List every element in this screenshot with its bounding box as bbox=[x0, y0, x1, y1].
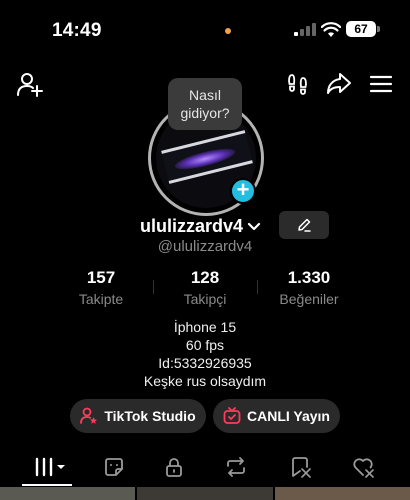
stat-value: 157 bbox=[86, 268, 116, 287]
cellular-signal-icon bbox=[294, 23, 316, 36]
stat-following[interactable]: 157 Takipte bbox=[46, 268, 156, 307]
stat-value: 1.330 bbox=[287, 268, 331, 287]
lock-icon bbox=[166, 458, 182, 477]
tab-liked[interactable] bbox=[350, 454, 378, 480]
share-profile-button[interactable] bbox=[325, 70, 353, 98]
profile-bio: İphone 15 60 fps Id:5332926935 Keşke rus… bbox=[0, 318, 410, 390]
profile-visitors-button[interactable] bbox=[284, 70, 312, 98]
add-user-icon bbox=[17, 73, 43, 97]
video-thumbnail[interactable] bbox=[0, 487, 136, 500]
bio-line: 60 fps bbox=[185, 337, 225, 353]
chevron-down-icon bbox=[247, 222, 261, 231]
tab-stories[interactable] bbox=[100, 454, 128, 480]
go-live-label: CANLI Yayın bbox=[247, 408, 330, 424]
bio-line: İphone 15 bbox=[173, 319, 237, 335]
add-friend-button[interactable] bbox=[16, 70, 44, 98]
status-bar: 14:49 67 bbox=[0, 0, 410, 60]
live-tv-icon bbox=[223, 407, 241, 424]
edit-profile-button[interactable] bbox=[279, 211, 329, 239]
share-arrow-icon bbox=[327, 73, 351, 94]
tiktok-studio-label: TikTok Studio bbox=[104, 408, 196, 424]
heart-hidden-icon bbox=[353, 458, 374, 478]
tooltip-line-2: gidiyor? bbox=[180, 105, 230, 121]
tab-reposts[interactable] bbox=[222, 454, 250, 480]
video-thumbnail[interactable] bbox=[274, 487, 410, 500]
add-story-button[interactable]: + bbox=[230, 178, 256, 204]
stat-likes[interactable]: 1.330 Beğeniler bbox=[254, 268, 364, 307]
sticker-icon bbox=[105, 458, 123, 476]
user-handle: @ululizzardv4 bbox=[157, 238, 253, 255]
stat-value: 128 bbox=[190, 268, 220, 287]
account-switcher[interactable]: ululizzardv4 bbox=[140, 214, 261, 238]
privacy-indicator-dot bbox=[225, 28, 231, 34]
battery-tip bbox=[377, 26, 380, 32]
wifi-icon bbox=[321, 22, 341, 37]
stat-label: Takipçi bbox=[183, 291, 227, 307]
studio-user-star-icon bbox=[80, 407, 98, 424]
pencil-icon bbox=[298, 218, 311, 232]
repost-icon bbox=[227, 457, 245, 477]
username: ululizzardv4 bbox=[140, 215, 244, 236]
menu-button[interactable] bbox=[367, 70, 395, 98]
status-time: 14:49 bbox=[52, 20, 102, 41]
go-live-button[interactable]: CANLI Yayın bbox=[213, 399, 340, 433]
video-grid-preview[interactable] bbox=[0, 487, 410, 500]
tooltip-line-1: Nasıl bbox=[189, 87, 221, 103]
stat-label: Takipte bbox=[78, 291, 124, 307]
stat-followers[interactable]: 128 Takipçi bbox=[150, 268, 260, 307]
video-thumbnail[interactable] bbox=[137, 487, 273, 500]
bio-line: Id:5332926935 bbox=[158, 355, 252, 371]
status-prompt-bubble[interactable]: Nasıl gidiyor? bbox=[168, 78, 242, 130]
footprints-icon bbox=[288, 74, 307, 95]
grid-videos-icon bbox=[35, 457, 65, 477]
battery-icon: 67 bbox=[346, 21, 376, 37]
tiktok-studio-button[interactable]: TikTok Studio bbox=[70, 399, 206, 433]
tab-favorites[interactable] bbox=[287, 454, 315, 480]
bookmark-hidden-icon bbox=[292, 457, 311, 478]
active-tab-indicator bbox=[22, 484, 72, 486]
tab-private[interactable] bbox=[160, 454, 188, 480]
bio-line: Keşke rus olsaydım bbox=[143, 373, 267, 389]
hamburger-menu-icon bbox=[369, 75, 393, 93]
tab-videos[interactable] bbox=[32, 454, 68, 480]
stat-label: Beğeniler bbox=[279, 291, 339, 307]
